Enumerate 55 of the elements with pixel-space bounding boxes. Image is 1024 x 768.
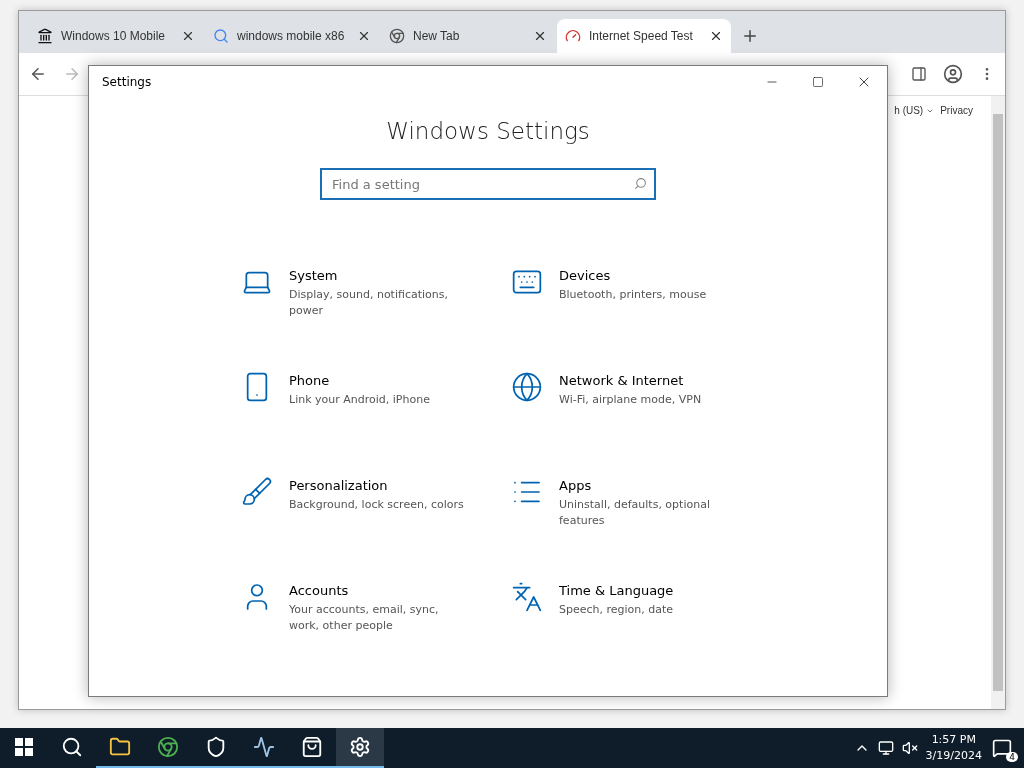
time-icon[interactable] — [511, 581, 543, 613]
tab-favicon-icon — [37, 28, 53, 44]
browser-tab[interactable]: Internet Speed Test — [557, 19, 731, 53]
new-tab-icon[interactable] — [741, 27, 759, 45]
muted-speaker-icon[interactable] — [901, 740, 918, 756]
side-panel-icon[interactable] — [911, 66, 927, 82]
explorer-icon — [109, 736, 131, 758]
windows-logo-icon — [15, 738, 33, 756]
chrome-icon — [157, 736, 179, 758]
settings-icon — [349, 736, 371, 758]
category-title[interactable]: System — [289, 268, 469, 283]
tab-favicon-icon — [213, 28, 229, 44]
category-description: Bluetooth, printers, mouse — [559, 287, 708, 303]
search-icon — [61, 736, 83, 758]
category-description: Display, sound, notifications, power — [289, 287, 449, 319]
network-icon[interactable] — [877, 740, 894, 756]
network-icon[interactable] — [511, 371, 543, 403]
category-description: Speech, region, date — [559, 602, 675, 618]
category-description: Wi-Fi, airplane mode, VPN — [559, 392, 703, 408]
personalization-icon[interactable] — [241, 476, 273, 508]
page-heading: Windows Settings — [385, 118, 591, 144]
close-icon[interactable] — [181, 29, 195, 43]
close-icon[interactable] — [533, 29, 547, 43]
browser-tab[interactable]: New Tab — [381, 19, 555, 53]
tab-favicon-icon — [389, 28, 405, 44]
store-icon — [301, 736, 323, 758]
close-icon[interactable] — [357, 29, 371, 43]
category-title[interactable]: Apps — [559, 478, 739, 493]
category-description: Background, lock screen, colors — [289, 497, 465, 513]
scrollbar[interactable] — [991, 96, 1005, 709]
category-title[interactable]: Accounts — [289, 583, 469, 598]
category-title[interactable]: Devices — [559, 268, 739, 283]
defender-icon — [205, 736, 227, 758]
back-icon[interactable] — [29, 65, 47, 83]
profile-icon[interactable] — [943, 64, 963, 84]
search-icon — [634, 177, 647, 190]
settings-taskbar-button[interactable] — [336, 728, 384, 768]
tab-favicon-icon — [565, 28, 581, 44]
category-description: Link your Android, iPhone — [289, 392, 431, 408]
category-title[interactable]: Time & Language — [559, 583, 739, 598]
browser-tab[interactable]: Windows 10 Mobile — [29, 19, 203, 53]
monitor-icon — [253, 736, 275, 758]
category-title[interactable]: Phone — [289, 373, 469, 388]
close-icon[interactable] — [709, 29, 723, 43]
browser-tab[interactable]: windows mobile x86 — [205, 19, 379, 53]
maximize-icon — [812, 76, 824, 88]
category-title[interactable]: Network & Internet — [559, 373, 739, 388]
privacy-link[interactable]: Privacy — [940, 105, 973, 116]
window-title: Settings — [102, 75, 153, 89]
search-field[interactable]: Find a setting — [320, 168, 656, 200]
language-selector[interactable]: h (US) — [894, 105, 935, 116]
category-description: Your accounts, email, sync, work, other people — [289, 602, 440, 634]
category-description: Uninstall, defaults, optional features — [559, 497, 711, 529]
category-title[interactable]: Personalization — [289, 478, 469, 493]
clock[interactable]: 1:57 PM 3/19/2024 — [925, 732, 982, 764]
